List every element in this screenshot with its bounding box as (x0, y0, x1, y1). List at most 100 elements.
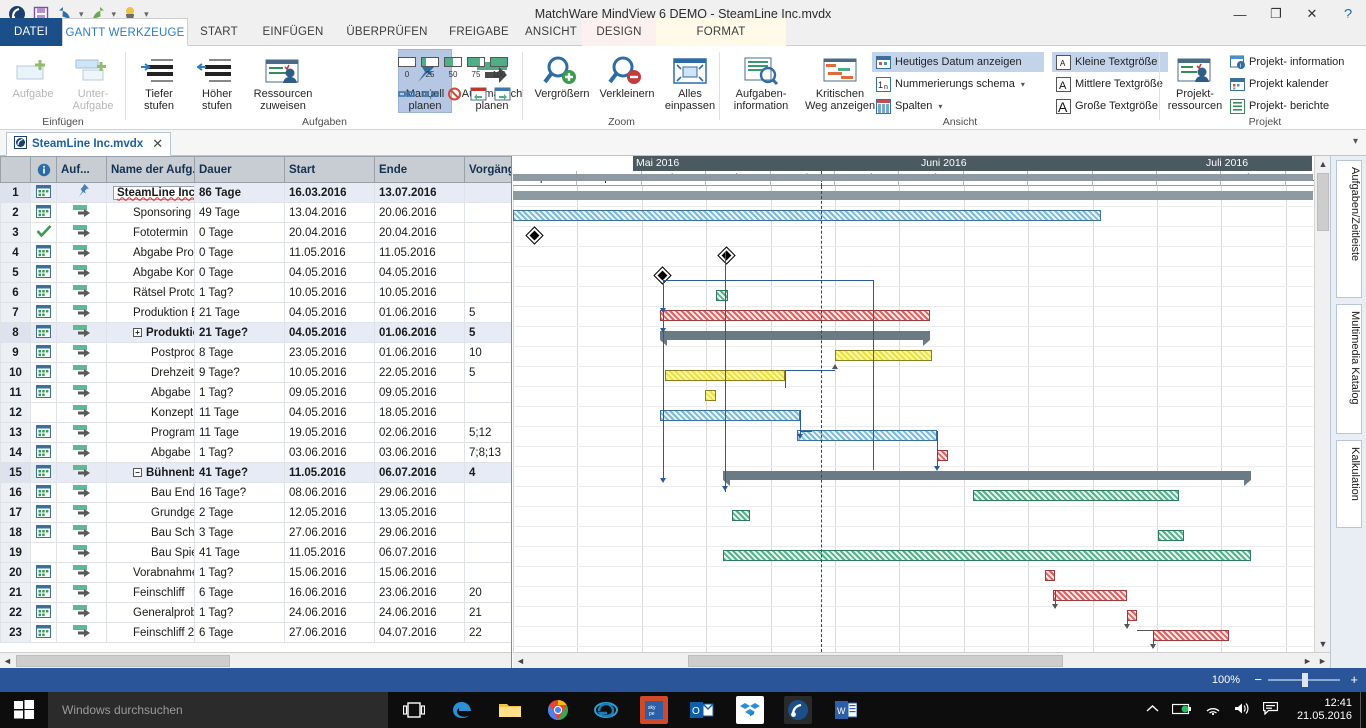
duration-cell[interactable]: 49 Tage (195, 203, 285, 223)
table-row[interactable]: 4Abgabe Prod...0 Tage11.05.201611.05.201… (1, 243, 513, 263)
row-number-cell[interactable]: 15 (1, 463, 31, 483)
row-number-cell[interactable]: 2 (1, 203, 31, 223)
inactivate-task-icon[interactable] (446, 87, 463, 104)
gantt-task-bar[interactable] (723, 550, 1251, 561)
end-date-cell[interactable]: 01.06.2016 (375, 343, 465, 363)
task-name-cell[interactable]: Abgabe St... (107, 383, 195, 403)
predecessors-cell[interactable] (465, 543, 513, 563)
start-date-cell[interactable]: 04.05.2016 (285, 403, 375, 423)
end-date-cell[interactable]: 23.06.2016 (375, 583, 465, 603)
table-row[interactable]: 15−Bühnenbau41 Tage?11.05.201606.07.2016… (1, 463, 513, 483)
small-text-size-toggle[interactable]: A Kleine Textgröße (1052, 52, 1168, 72)
end-date-cell[interactable]: 01.06.2016 (375, 323, 465, 343)
assign-resources-button[interactable]: Ressourcenzuweisen (244, 50, 322, 112)
predecessors-cell[interactable]: 5 (465, 323, 513, 343)
show-hidden-icons-icon[interactable] (1146, 703, 1159, 717)
end-date-cell[interactable]: 09.05.2016 (375, 383, 465, 403)
row-number-cell[interactable]: 9 (1, 343, 31, 363)
row-auto-mode-icon[interactable] (57, 223, 107, 243)
predecessors-cell[interactable] (465, 403, 513, 423)
predecessors-cell[interactable] (465, 503, 513, 523)
row-auto-mode-icon[interactable] (57, 263, 107, 283)
duration-cell[interactable]: 86 Tage (195, 183, 285, 203)
end-date-cell[interactable]: 04.05.2016 (375, 263, 465, 283)
gantt-task-bar[interactable] (797, 430, 937, 441)
word-icon[interactable]: W (832, 696, 860, 724)
progress-25-button[interactable]: 25 (421, 56, 439, 79)
predecessors-cell[interactable] (465, 183, 513, 203)
task-information-button[interactable]: Aufgaben-information (724, 50, 798, 112)
table-row[interactable]: 2Sponsoring49 Tage13.04.201620.06.2016 (1, 203, 513, 223)
start-date-cell[interactable]: 12.05.2016 (285, 503, 375, 523)
end-date-cell[interactable]: 18.05.2016 (375, 403, 465, 423)
start-date-cell[interactable]: 16.06.2016 (285, 583, 375, 603)
document-tab-steamline[interactable]: SteamLine Inc.mvdx ✕ (6, 132, 171, 156)
row-auto-mode-icon[interactable] (57, 563, 107, 583)
end-date-cell[interactable]: 06.07.2016 (375, 543, 465, 563)
gantt-hscroll-thumb[interactable] (688, 655, 1063, 667)
critical-path-button[interactable]: KritischenWeg anzeigen (802, 50, 878, 112)
numbering-scheme-dropdown[interactable]: 1n Nummerierungs schema ▾ (872, 74, 1054, 94)
end-date-cell[interactable]: 13.07.2016 (375, 183, 465, 203)
end-date-cell[interactable]: 01.06.2016 (375, 303, 465, 323)
row-expander-icon[interactable]: + (133, 328, 142, 337)
predecessors-cell[interactable]: 4 (465, 463, 513, 483)
task-name-cell[interactable]: Sponsoring (107, 203, 195, 223)
row-auto-mode-icon[interactable] (57, 323, 107, 343)
row-number-cell[interactable]: 19 (1, 543, 31, 563)
row-number-cell[interactable]: 22 (1, 603, 31, 623)
tab-start[interactable]: START (188, 18, 250, 46)
row-auto-mode-icon[interactable] (57, 423, 107, 443)
task-name-cell[interactable]: Abgabe Eins... (107, 443, 195, 463)
duration-cell[interactable]: 0 Tage (195, 223, 285, 243)
scroll-right-icon[interactable]: ► (1300, 656, 1315, 666)
table-row[interactable]: 10Drehzeitraum9 Tage?10.05.201622.05.201… (1, 363, 513, 383)
table-row[interactable]: 1SteamLine Inc.86 Tage16.03.201613.07.20… (1, 183, 513, 203)
start-date-cell[interactable]: 20.04.2016 (285, 223, 375, 243)
zoom-out-button[interactable]: Verkleinern (595, 50, 659, 100)
right-tab-multimedia-katalog[interactable]: Multimedia Katalog (1336, 304, 1362, 434)
project-calendar-button[interactable]: Projekt kalender (1226, 74, 1352, 94)
scroll-right-end-icon[interactable]: ► (1315, 656, 1330, 666)
table-row[interactable]: 12Konzept Pr...11 Tage04.05.201618.05.20… (1, 403, 513, 423)
gantt-task-bar[interactable] (660, 310, 930, 321)
gantt-task-bar[interactable] (937, 450, 948, 461)
predecessors-cell[interactable] (465, 203, 513, 223)
table-row[interactable]: 23Feinschliff 26 Tage27.06.201604.07.201… (1, 623, 513, 643)
volume-icon[interactable] (1234, 702, 1250, 718)
start-date-cell[interactable]: 24.06.2016 (285, 603, 375, 623)
table-row[interactable]: 17Grundgerü...2 Tage12.05.201613.05.2016 (1, 503, 513, 523)
duration-cell[interactable]: 6 Tage (195, 623, 285, 643)
predecessors-cell[interactable] (465, 563, 513, 583)
scroll-left-icon[interactable]: ◄ (513, 656, 528, 666)
duration-cell[interactable]: 41 Tage? (195, 463, 285, 483)
th-task-mode[interactable]: Auf... (57, 157, 107, 183)
tab-einfuegen[interactable]: EINFÜGEN (250, 18, 336, 46)
duration-cell[interactable]: 16 Tage? (195, 483, 285, 503)
battery-icon[interactable] (1172, 703, 1192, 718)
unlink-tasks-icon[interactable] (422, 87, 439, 104)
row-number-cell[interactable]: 20 (1, 563, 31, 583)
gantt-task-bar[interactable] (716, 290, 728, 301)
tab-datei[interactable]: DATEI (0, 18, 62, 46)
duration-cell[interactable]: 1 Tag? (195, 603, 285, 623)
gantt-task-bar[interactable] (732, 510, 750, 521)
zoom-in-button[interactable]: Vergrößern (531, 50, 593, 100)
start-date-cell[interactable]: 11.05.2016 (285, 463, 375, 483)
task-name-cell[interactable]: Bau Endraum (107, 483, 195, 503)
move-task-right-icon[interactable] (494, 87, 511, 104)
duration-cell[interactable]: 41 Tage (195, 543, 285, 563)
row-number-cell[interactable]: 12 (1, 403, 31, 423)
gantt-milestone[interactable] (719, 248, 735, 264)
table-row[interactable]: 8+Produktion V...21 Tage?04.05.201601.06… (1, 323, 513, 343)
table-row[interactable]: 14Abgabe Eins...1 Tag?03.06.201603.06.20… (1, 443, 513, 463)
document-tab-overflow-caret[interactable]: ▾ (1353, 136, 1358, 147)
predecessors-cell[interactable] (465, 523, 513, 543)
end-date-cell[interactable]: 20.06.2016 (375, 203, 465, 223)
duration-cell[interactable]: 0 Tage (195, 243, 285, 263)
row-number-cell[interactable]: 5 (1, 263, 31, 283)
end-date-cell[interactable]: 29.06.2016 (375, 523, 465, 543)
th-info[interactable] (31, 157, 57, 183)
row-number-cell[interactable]: 16 (1, 483, 31, 503)
predecessors-cell[interactable]: 22 (465, 623, 513, 643)
